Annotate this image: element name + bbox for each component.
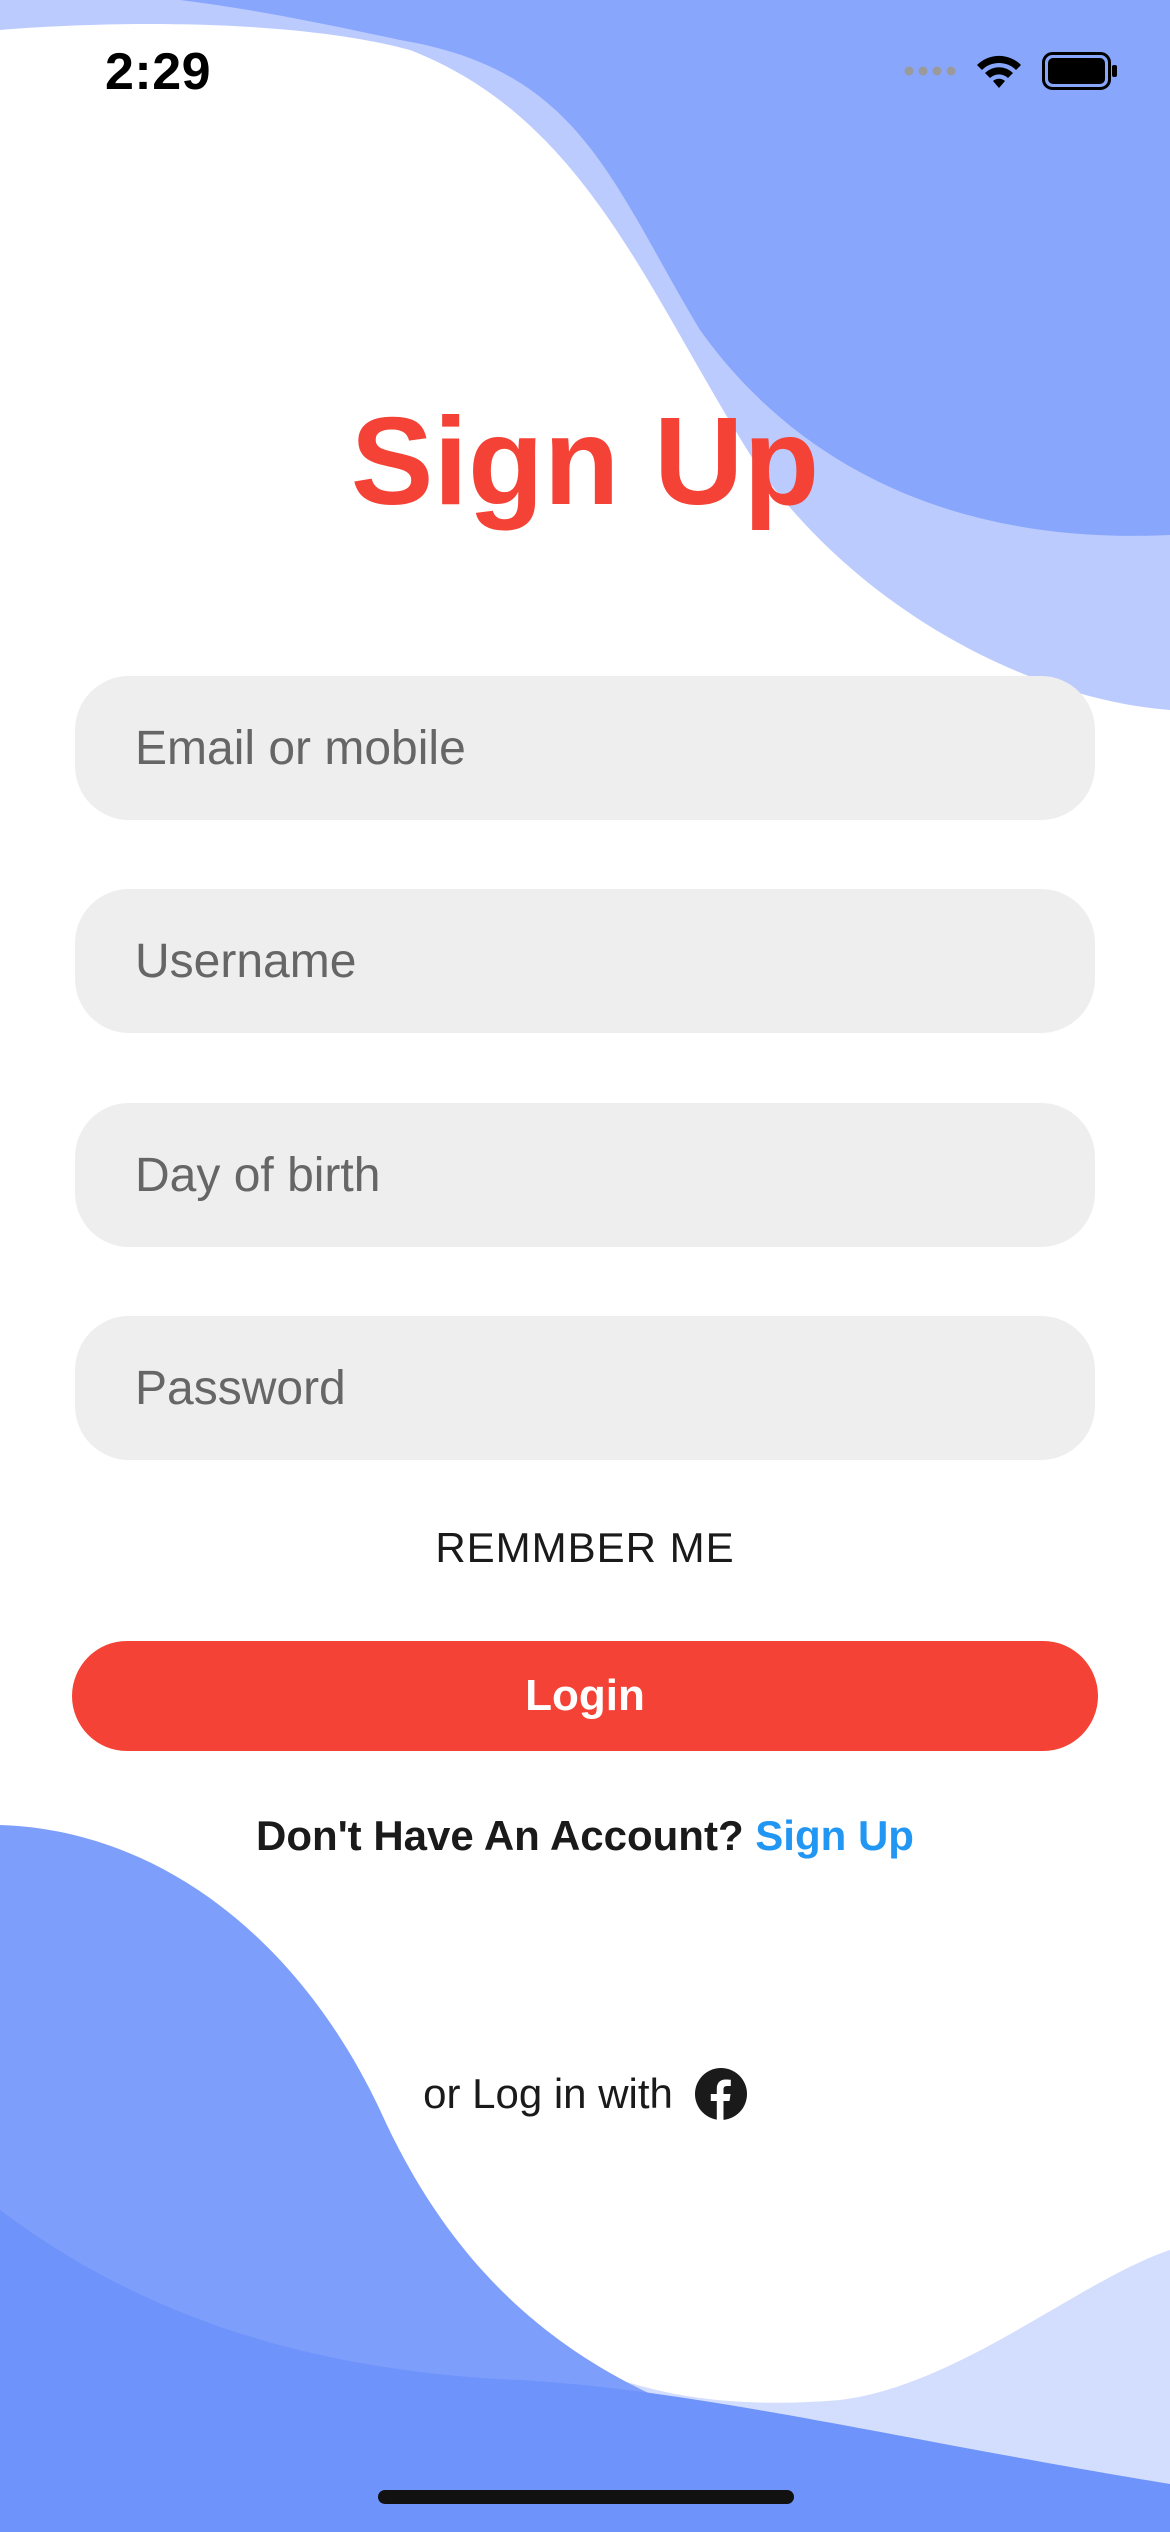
- day-of-birth-field[interactable]: [75, 1103, 1095, 1247]
- account-prompt-text: Don't Have An Account?: [256, 1812, 744, 1859]
- wifi-icon: [974, 52, 1024, 95]
- sign-up-link[interactable]: Sign Up: [755, 1812, 914, 1859]
- password-field[interactable]: [75, 1316, 1095, 1460]
- status-time: 2:29: [105, 43, 212, 101]
- home-indicator: [378, 2490, 794, 2504]
- facebook-icon[interactable]: [694, 2068, 747, 2120]
- signal-dots-icon: [904, 64, 956, 83]
- signup-screen: 2:29 Sign Up Email or mobile Username Da…: [0, 0, 1170, 2532]
- status-bar: 2:29: [0, 0, 1170, 140]
- social-login-label: or Log in with: [423, 2070, 673, 2117]
- email-field[interactable]: [75, 676, 1095, 820]
- login-button[interactable]: Login: [72, 1641, 1098, 1751]
- username-field[interactable]: [75, 889, 1095, 1033]
- remember-me-toggle[interactable]: REMMBER ME: [0, 1524, 1170, 1572]
- battery-icon: [1042, 52, 1118, 95]
- status-icons: [904, 52, 1118, 95]
- page-title: Sign Up: [350, 393, 820, 531]
- social-login-row: or Log in with: [0, 2068, 1170, 2120]
- background-waves: [0, 0, 1170, 2532]
- account-prompt-row: Don't Have An Account? Sign Up: [0, 1812, 1170, 1860]
